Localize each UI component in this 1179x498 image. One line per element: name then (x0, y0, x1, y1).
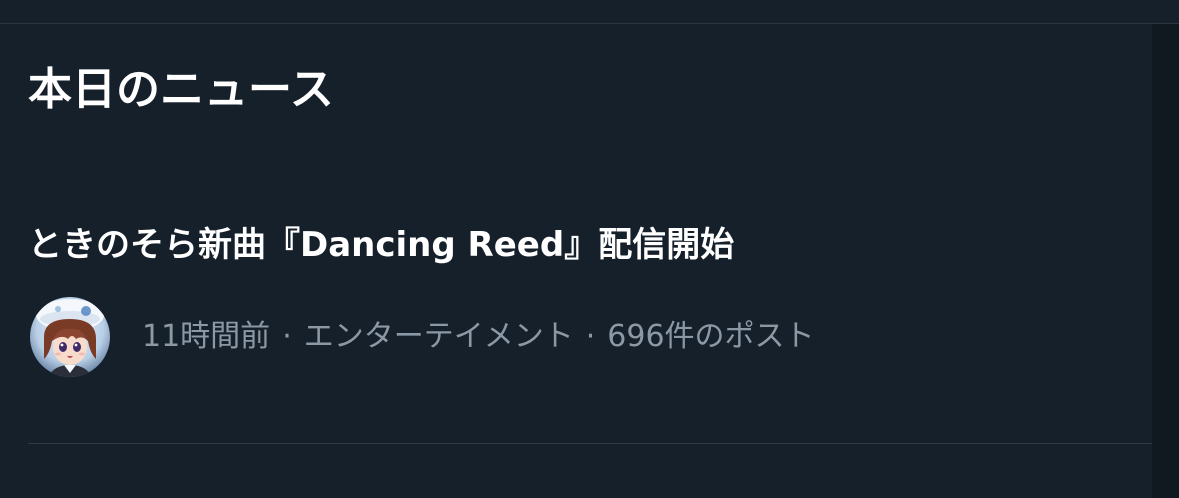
section-title: 本日のニュース (28, 64, 334, 115)
news-headline[interactable]: ときのそら新曲『Dancing Reed』配信開始 (28, 222, 734, 268)
news-item[interactable]: ときのそら新曲『Dancing Reed』配信開始 11時間前 · エンターテイ… (0, 196, 1152, 406)
top-strip (0, 0, 1179, 23)
news-post-count: 696件のポスト (607, 319, 815, 354)
meta-separator: · (282, 319, 292, 354)
character-avatar-icon (30, 297, 110, 377)
news-time: 11時間前 (142, 319, 271, 354)
news-meta-row: 11時間前 · エンターテイメント · 696件のポスト (30, 297, 815, 377)
scroll-rail (1152, 24, 1179, 498)
meta-separator: · (585, 319, 596, 354)
news-meta: 11時間前 · エンターテイメント · 696件のポスト (142, 317, 815, 357)
bottom-divider (28, 443, 1152, 444)
news-category: エンターテイメント (303, 319, 574, 354)
